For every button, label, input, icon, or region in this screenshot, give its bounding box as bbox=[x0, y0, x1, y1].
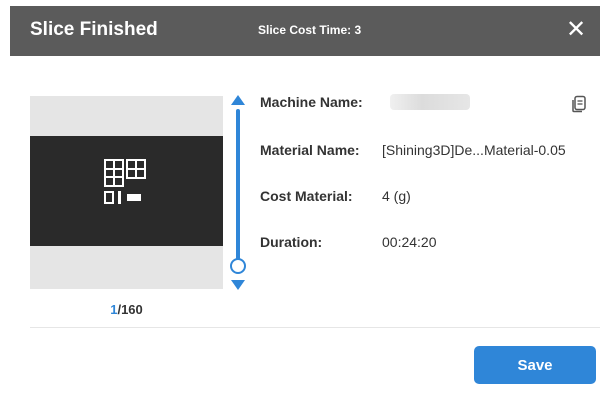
dialog-titlebar: Slice Finished Slice Cost Time: 3 ✕ bbox=[10, 6, 600, 56]
slider-handle[interactable] bbox=[230, 258, 246, 274]
material-name-value: [Shining3D]De...Material-0.05 bbox=[382, 142, 566, 158]
duration-label: Duration: bbox=[260, 234, 323, 250]
machine-name-label: Machine Name: bbox=[260, 94, 363, 110]
preview-layer-image bbox=[30, 136, 223, 246]
slice-preview bbox=[30, 96, 223, 289]
save-button[interactable]: Save bbox=[474, 346, 596, 384]
slider-track[interactable] bbox=[236, 109, 240, 261]
slider-up-arrow-icon[interactable] bbox=[231, 95, 245, 105]
slice-cost-time: Slice Cost Time: 3 bbox=[258, 23, 362, 37]
footer-divider bbox=[30, 327, 600, 328]
layer-counter: 1/160 bbox=[30, 302, 223, 317]
cost-material-value: 4 (g) bbox=[382, 188, 411, 204]
duration-value: 00:24:20 bbox=[382, 234, 437, 250]
machine-name-value bbox=[390, 94, 470, 110]
slice-finished-dialog: Slice Finished Slice Cost Time: 3 ✕ 1/16… bbox=[10, 0, 600, 401]
cost-material-label: Cost Material: bbox=[260, 188, 353, 204]
dialog-title: Slice Finished bbox=[30, 19, 158, 40]
copy-icon[interactable] bbox=[570, 95, 588, 113]
slider-down-arrow-icon[interactable] bbox=[231, 280, 245, 290]
close-icon[interactable]: ✕ bbox=[562, 16, 590, 44]
material-name-label: Material Name: bbox=[260, 142, 360, 158]
layer-shape-icon bbox=[104, 159, 146, 204]
total-layers: /160 bbox=[117, 302, 143, 317]
layer-slider[interactable] bbox=[226, 94, 250, 294]
